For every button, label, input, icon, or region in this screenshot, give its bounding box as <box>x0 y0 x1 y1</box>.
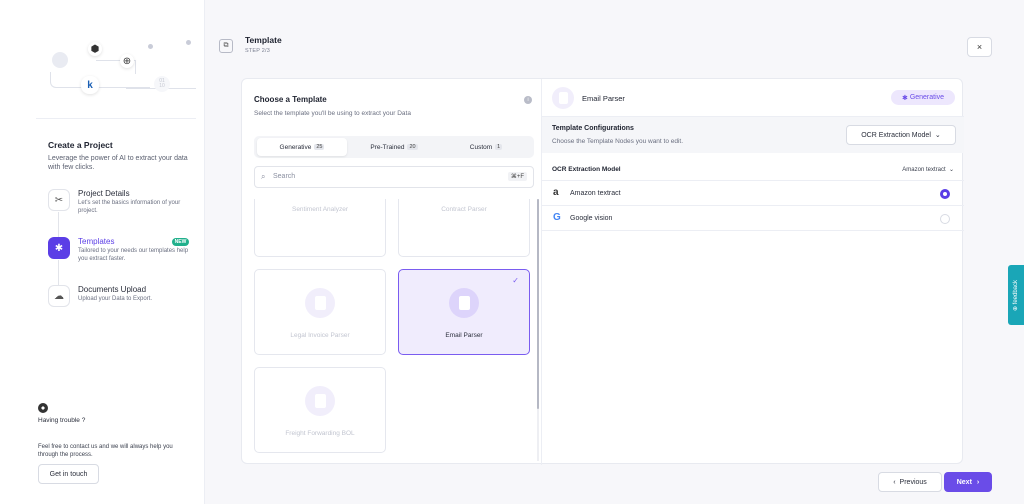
tab-custom[interactable]: Custom 1 <box>441 138 531 156</box>
sidebar: ⬢ ⊕ k 01 10 Create a Project Leverage the… <box>0 0 204 504</box>
selected-template-title: Email Parser <box>582 94 625 103</box>
tab-label: Pre-Trained <box>370 143 405 151</box>
template-label: Legal Invoice Parser <box>290 332 350 339</box>
create-project-subtitle: Leverage the power of AI to extract your… <box>48 155 188 171</box>
search-icon: ⌕ <box>261 172 266 181</box>
template-config-panel: Email Parser ✱ Generative Template Confi… <box>542 79 964 465</box>
template-tile-contract-parser[interactable]: Contract Parser <box>398 199 530 257</box>
tab-generative[interactable]: Generative 25 <box>257 138 347 156</box>
next-label: Next <box>956 478 972 486</box>
step-documents-upload[interactable]: ☁ Documents Upload Upload your Data to E… <box>48 285 198 321</box>
template-tabs: Generative 25 Pre-Trained 20 Custom 1 <box>254 136 534 158</box>
chevron-left-icon: ‹ <box>893 478 896 486</box>
choose-template-title: Choose a Template <box>254 95 327 104</box>
step-indicator: STEP 2/3 <box>245 48 271 54</box>
template-label: Freight Forwarding BOL <box>285 430 355 437</box>
document-icon <box>305 288 335 318</box>
chevron-down-icon: ⌄ <box>948 167 954 173</box>
amazon-logo-icon: a <box>553 187 559 198</box>
step-title: Project Details <box>78 189 130 198</box>
option-label: Google vision <box>570 215 613 222</box>
tab-count: 20 <box>407 144 418 150</box>
check-icon: ✓ <box>512 276 519 285</box>
ocr-model-title: OCR Extraction Model <box>552 166 621 173</box>
template-grid: Sentiment Analyzer Contract Parser Legal… <box>254 199 536 461</box>
cube-icon: ⬢ <box>88 42 102 56</box>
radio-unselected[interactable] <box>940 214 950 224</box>
step-title: Documents Upload <box>78 285 147 294</box>
template-label: Email Parser <box>445 332 483 339</box>
choose-template-subtitle: Select the template you'll be using to e… <box>254 110 411 117</box>
previous-button[interactable]: ‹ Previous <box>878 472 942 492</box>
k-logo: k <box>81 76 99 94</box>
document-icon <box>552 87 574 109</box>
template-label: Contract Parser <box>441 206 487 213</box>
option-label: Amazon textract <box>570 190 621 197</box>
chevron-right-icon: › <box>976 478 980 486</box>
tab-label: Custom <box>469 143 493 151</box>
info-icon[interactable]: i <box>524 96 532 104</box>
step-description: Let's set the basics information of your… <box>78 200 181 214</box>
template-card: Choose a Template Select the template yo… <box>241 78 964 465</box>
page-title: Template <box>245 35 282 45</box>
step-project-details[interactable]: ✂ Project Details Let's set the basics i… <box>48 189 198 225</box>
binary-tile: 01 10 <box>154 76 170 92</box>
template-scrollbar[interactable] <box>537 199 539 461</box>
search-input[interactable]: ⌕ Search ⌘+F <box>254 166 534 188</box>
next-button[interactable]: Next › <box>944 472 992 492</box>
search-placeholder: Search <box>273 173 296 180</box>
cloud-upload-icon: ☁ <box>48 285 70 307</box>
node-select-dropdown[interactable]: OCR Extraction Model ⌄ <box>846 125 956 145</box>
step-title: Templates <box>78 237 115 246</box>
radio-selected[interactable] <box>940 189 950 199</box>
document-icon <box>305 386 335 416</box>
ocr-model-value: Amazon textract ⌄ <box>902 167 954 173</box>
puzzle-icon: ✱ <box>48 237 70 259</box>
chevron-down-icon: ⌄ <box>934 132 941 139</box>
hero-illustration: ⬢ ⊕ k 01 10 <box>36 30 196 110</box>
config-subtitle: Choose the Template Nodes you want to ed… <box>552 138 684 145</box>
option-google-vision[interactable]: G Google vision <box>542 207 964 231</box>
feedback-tab[interactable]: ⊕ feedback <box>1008 265 1024 325</box>
config-header: Email Parser ✱ Generative <box>542 79 964 117</box>
get-in-touch-button[interactable]: Get in touch <box>38 464 99 484</box>
help-text: Feel free to contact us and we will alwa… <box>38 444 173 458</box>
main-area: ⧉ Template STEP 2/3 × Choose a Template … <box>204 0 1024 504</box>
template-tile-sentiment-analyzer[interactable]: Sentiment Analyzer <box>254 199 386 257</box>
new-badge: NEW <box>172 238 189 246</box>
dropdown-value: OCR Extraction Model <box>861 131 931 139</box>
document-icon <box>449 288 479 318</box>
create-project-title: Create a Project <box>48 140 113 150</box>
previous-label: Previous <box>899 478 927 486</box>
tab-label: Generative <box>279 143 312 151</box>
badge-label: Generative <box>909 94 945 101</box>
config-title: Template Configurations <box>552 125 634 132</box>
lifebuoy-icon <box>38 403 48 413</box>
search-shortcut: ⌘+F <box>507 172 527 181</box>
template-icon: ⧉ <box>219 39 233 53</box>
template-tile-freight-forwarding-bol[interactable]: Freight Forwarding BOL <box>254 367 386 453</box>
ocr-model-header[interactable]: OCR Extraction Model Amazon textract ⌄ <box>542 159 964 181</box>
tab-count: 25 <box>314 144 325 150</box>
tab-pre-trained[interactable]: Pre-Trained 20 <box>349 138 439 156</box>
step-description: Upload your Data to Export. <box>78 296 153 302</box>
template-configurations: Template Configurations Choose the Templ… <box>542 117 964 153</box>
divider <box>36 118 196 119</box>
puzzle-icon: ✱ <box>901 94 908 102</box>
template-picker: Choose a Template Select the template yo… <box>242 79 542 465</box>
template-label: Sentiment Analyzer <box>291 206 348 213</box>
close-button[interactable]: × <box>967 37 992 57</box>
box-icon <box>52 52 68 68</box>
help-title: Having trouble ? <box>38 417 86 424</box>
google-logo-icon: G <box>553 212 561 223</box>
generative-badge: ✱ Generative <box>891 90 955 105</box>
scrollbar-thumb[interactable] <box>537 199 539 409</box>
globe-icon: ⊕ <box>120 54 134 68</box>
option-amazon-textract[interactable]: a Amazon textract <box>542 182 964 206</box>
tab-count: 1 <box>495 144 503 150</box>
step-description: Tailored to your needs our templates hel… <box>78 248 189 262</box>
template-tile-email-parser[interactable]: ✓ Email Parser <box>398 269 530 355</box>
scissors-icon: ✂ <box>48 189 70 211</box>
template-tile-legal-invoice-parser[interactable]: Legal Invoice Parser <box>254 269 386 355</box>
